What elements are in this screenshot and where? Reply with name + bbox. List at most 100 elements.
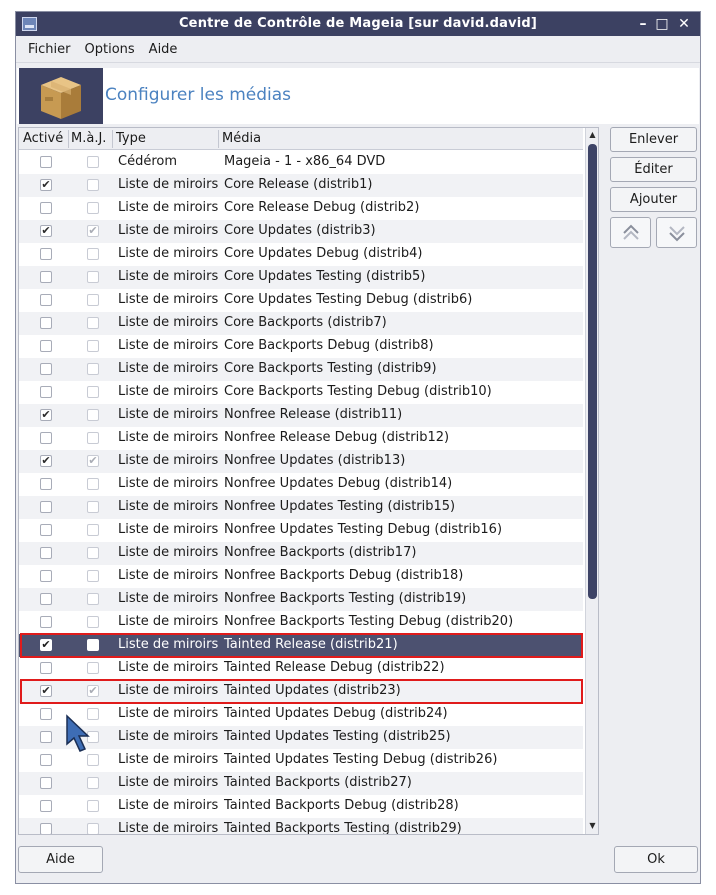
- table-row[interactable]: Liste de miroirs Tainted Backports Testin…: [19, 818, 583, 834]
- update-checkbox[interactable]: [87, 547, 99, 559]
- ok-button[interactable]: Ok: [614, 846, 698, 873]
- active-checkbox[interactable]: ✔: [40, 179, 52, 191]
- edit-button[interactable]: Éditer: [610, 157, 697, 182]
- table-row[interactable]: Liste de miroirs Core Updates Debug (dist…: [19, 243, 583, 266]
- column-header-type[interactable]: Type: [116, 131, 146, 146]
- table-row[interactable]: ✔ ✔ Liste de miroirs Nonfree Updates (distr…: [19, 450, 583, 473]
- active-checkbox[interactable]: [40, 708, 52, 720]
- menu-aide[interactable]: Aide: [149, 42, 178, 57]
- scroll-up-icon[interactable]: ▲: [587, 129, 598, 141]
- move-down-button[interactable]: [656, 217, 697, 248]
- active-checkbox[interactable]: ✔: [40, 455, 52, 467]
- update-checkbox[interactable]: [87, 777, 99, 789]
- table-row[interactable]: Liste de miroirs Nonfree Release Debug (d…: [19, 427, 583, 450]
- update-checkbox[interactable]: [87, 800, 99, 812]
- table-row[interactable]: Liste de miroirs Nonfree Updates Testing …: [19, 496, 583, 519]
- update-checkbox[interactable]: [87, 432, 99, 444]
- update-checkbox[interactable]: [87, 202, 99, 214]
- update-checkbox[interactable]: [87, 570, 99, 582]
- update-checkbox[interactable]: [87, 386, 99, 398]
- active-checkbox[interactable]: [40, 662, 52, 674]
- active-checkbox[interactable]: [40, 800, 52, 812]
- update-checkbox[interactable]: [87, 524, 99, 536]
- active-checkbox[interactable]: [40, 340, 52, 352]
- active-checkbox[interactable]: [40, 271, 52, 283]
- active-checkbox[interactable]: [40, 823, 52, 834]
- close-icon[interactable]: ✕: [675, 15, 693, 33]
- update-checkbox[interactable]: [87, 409, 99, 421]
- active-checkbox[interactable]: [40, 294, 52, 306]
- table-row[interactable]: Liste de miroirs Nonfree Backports (distr…: [19, 542, 583, 565]
- table-row[interactable]: Liste de miroirs Tainted Backports (distr…: [19, 772, 583, 795]
- table-row[interactable]: Cédérom Mageia - 1 - x86_64 DVD: [19, 151, 583, 174]
- column-header-update[interactable]: M.à.J.: [71, 131, 106, 146]
- active-checkbox[interactable]: [40, 202, 52, 214]
- scrollbar-thumb[interactable]: [588, 144, 597, 599]
- table-row[interactable]: Liste de miroirs Nonfree Updates Testing …: [19, 519, 583, 542]
- column-header-active[interactable]: Activé: [23, 131, 63, 146]
- add-button[interactable]: Ajouter: [610, 187, 697, 212]
- active-checkbox[interactable]: ✔: [40, 639, 52, 651]
- table-row[interactable]: ✔ ✔ Liste de miroirs Core Updates (distrib3…: [19, 220, 583, 243]
- table-row[interactable]: Liste de miroirs Core Backports Debug (di…: [19, 335, 583, 358]
- table-row[interactable]: Liste de miroirs Core Backports Testing D…: [19, 381, 583, 404]
- active-checkbox[interactable]: [40, 363, 52, 375]
- table-row[interactable]: Liste de miroirs Tainted Updates Debug (d…: [19, 703, 583, 726]
- table-row[interactable]: Liste de miroirs Core Backports Testing (…: [19, 358, 583, 381]
- table-row[interactable]: ✔ Liste de miroirs Tainted Release (distri…: [19, 634, 583, 657]
- remove-button[interactable]: Enlever: [610, 127, 697, 152]
- update-checkbox[interactable]: [87, 340, 99, 352]
- table-row[interactable]: Liste de miroirs Core Release Debug (dist…: [19, 197, 583, 220]
- active-checkbox[interactable]: [40, 156, 52, 168]
- update-checkbox[interactable]: ✔: [87, 455, 99, 467]
- media-list[interactable]: Activé M.à.J. Type Média Cédérom Mageia -…: [18, 127, 599, 835]
- update-checkbox[interactable]: [87, 478, 99, 490]
- scroll-down-icon[interactable]: ▼: [587, 820, 598, 832]
- active-checkbox[interactable]: [40, 777, 52, 789]
- column-header-media[interactable]: Média: [222, 131, 261, 146]
- table-row[interactable]: Liste de miroirs Tainted Updates Testing …: [19, 749, 583, 772]
- table-row[interactable]: Liste de miroirs Tainted Backports Debug …: [19, 795, 583, 818]
- table-row[interactable]: ✔ Liste de miroirs Core Release (distrib1): [19, 174, 583, 197]
- update-checkbox[interactable]: [87, 271, 99, 283]
- update-checkbox[interactable]: [87, 317, 99, 329]
- update-checkbox[interactable]: [87, 593, 99, 605]
- active-checkbox[interactable]: [40, 593, 52, 605]
- table-row[interactable]: Liste de miroirs Core Updates Testing (di…: [19, 266, 583, 289]
- update-checkbox[interactable]: [87, 754, 99, 766]
- active-checkbox[interactable]: [40, 547, 52, 559]
- update-checkbox[interactable]: [87, 616, 99, 628]
- active-checkbox[interactable]: [40, 731, 52, 743]
- update-checkbox[interactable]: [87, 179, 99, 191]
- active-checkbox[interactable]: [40, 248, 52, 260]
- menu-fichier[interactable]: Fichier: [28, 42, 71, 57]
- table-row[interactable]: Liste de miroirs Core Updates Testing Deb…: [19, 289, 583, 312]
- active-checkbox[interactable]: [40, 570, 52, 582]
- active-checkbox[interactable]: ✔: [40, 685, 52, 697]
- title-bar[interactable]: Centre de Contrôle de Mageia [sur david.…: [16, 12, 700, 36]
- active-checkbox[interactable]: [40, 501, 52, 513]
- table-row[interactable]: Liste de miroirs Tainted Release Debug (d…: [19, 657, 583, 680]
- minimize-icon[interactable]: –: [634, 15, 652, 33]
- table-row[interactable]: ✔ Liste de miroirs Nonfree Release (distri…: [19, 404, 583, 427]
- table-row[interactable]: Liste de miroirs Tainted Updates Testing …: [19, 726, 583, 749]
- active-checkbox[interactable]: [40, 754, 52, 766]
- update-checkbox[interactable]: [87, 823, 99, 834]
- update-checkbox[interactable]: [87, 639, 99, 651]
- table-row[interactable]: Liste de miroirs Nonfree Updates Debug (d…: [19, 473, 583, 496]
- help-button[interactable]: Aide: [18, 846, 103, 873]
- active-checkbox[interactable]: ✔: [40, 225, 52, 237]
- move-up-button[interactable]: [610, 217, 651, 248]
- update-checkbox[interactable]: [87, 248, 99, 260]
- active-checkbox[interactable]: [40, 524, 52, 536]
- vertical-scrollbar[interactable]: ▲ ▼: [585, 128, 598, 834]
- table-row[interactable]: ✔ ✔ Liste de miroirs Tainted Updates (distr…: [19, 680, 583, 703]
- table-row[interactable]: Liste de miroirs Core Backports (distrib7…: [19, 312, 583, 335]
- menu-options[interactable]: Options: [85, 42, 135, 57]
- update-checkbox[interactable]: [87, 501, 99, 513]
- active-checkbox[interactable]: [40, 478, 52, 490]
- update-checkbox[interactable]: ✔: [87, 685, 99, 697]
- table-row[interactable]: Liste de miroirs Nonfree Backports Testin…: [19, 611, 583, 634]
- update-checkbox[interactable]: [87, 294, 99, 306]
- update-checkbox[interactable]: [87, 363, 99, 375]
